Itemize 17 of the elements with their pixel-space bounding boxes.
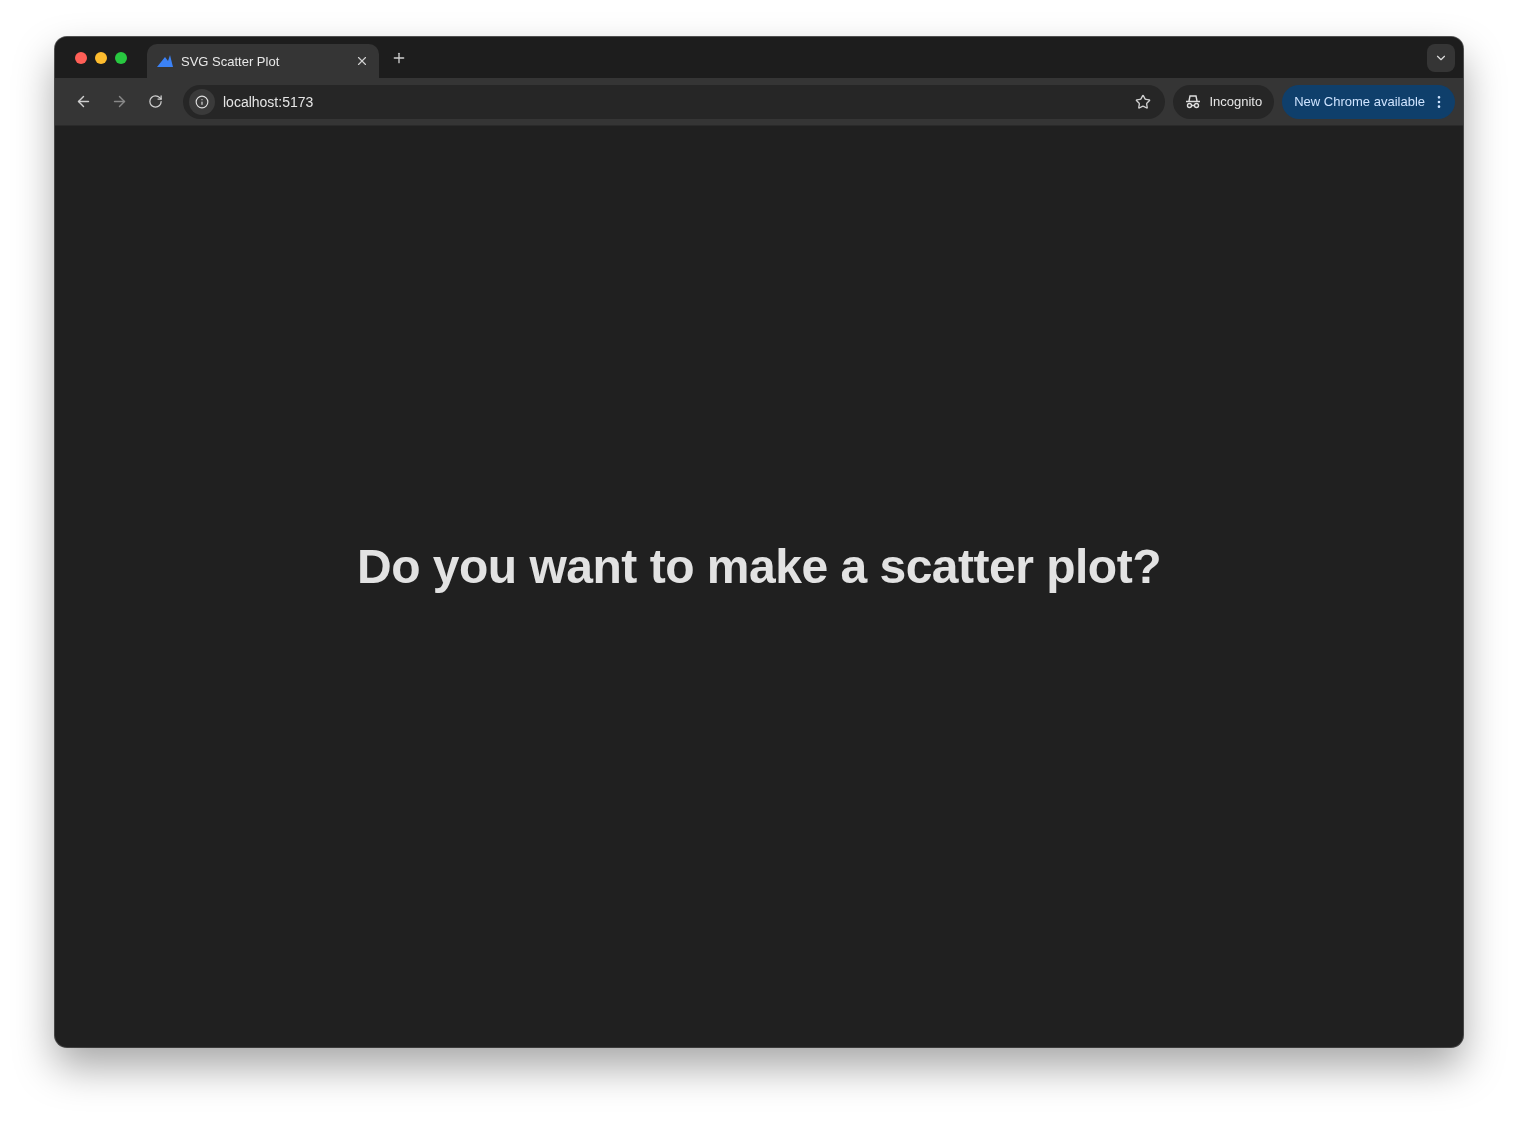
address-bar[interactable]: localhost:5173 xyxy=(183,84,1166,119)
page-heading: Do you want to make a scatter plot? xyxy=(357,539,1161,594)
mountain-icon xyxy=(157,54,173,68)
tab-search-button[interactable] xyxy=(1427,43,1455,72)
browser-tab[interactable]: SVG Scatter Plot xyxy=(147,44,379,78)
star-icon[interactable] xyxy=(1135,93,1152,110)
minimize-window-button[interactable] xyxy=(95,51,107,64)
close-window-button[interactable] xyxy=(75,51,87,64)
hat-glasses-icon xyxy=(1185,94,1202,109)
incognito-chip[interactable]: Incognito xyxy=(1173,84,1275,119)
close-icon[interactable] xyxy=(355,54,369,68)
incognito-label: Incognito xyxy=(1209,94,1263,109)
update-button[interactable]: New Chrome available xyxy=(1282,84,1455,119)
url-text: localhost:5173 xyxy=(223,93,315,110)
zoom-window-button[interactable] xyxy=(115,51,127,64)
info-icon[interactable] xyxy=(189,88,215,115)
tab-title: SVG Scatter Plot xyxy=(181,53,281,69)
